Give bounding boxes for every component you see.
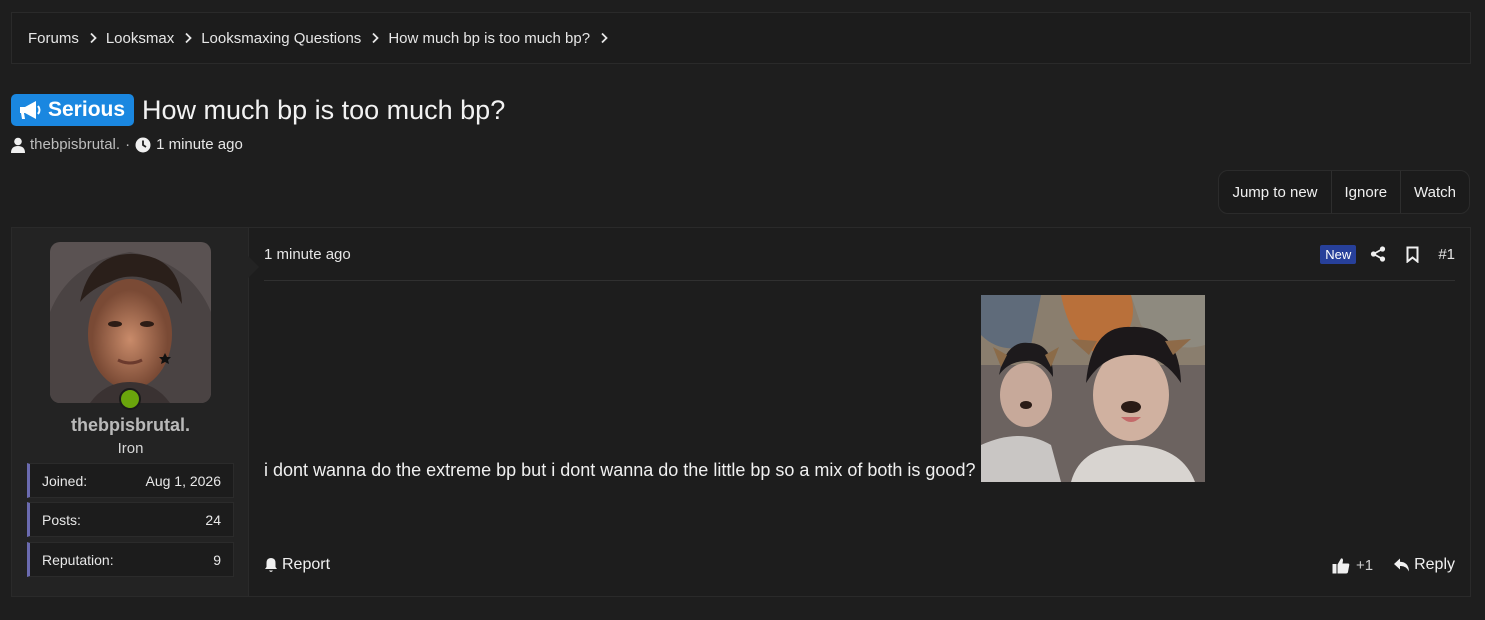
stat-reputation: Reputation: 9 [27, 542, 234, 577]
thread-title-text: How much bp is too much bp? [142, 94, 506, 125]
jump-to-new-button[interactable]: Jump to new [1219, 171, 1330, 213]
breadcrumb-label[interactable]: Looksmaxing Questions [201, 30, 361, 47]
chevron-right-icon [90, 32, 97, 44]
breadcrumb-looksmaxing-questions[interactable]: Looksmaxing Questions [201, 30, 388, 47]
stat-joined: Joined: Aug 1, 2026 [27, 463, 234, 498]
stat-value: 24 [205, 511, 221, 528]
post-footer: Report +1 Reply [264, 556, 1455, 574]
breadcrumb-forums[interactable]: Forums [28, 30, 106, 47]
watch-button[interactable]: Watch [1400, 171, 1469, 213]
react-button[interactable]: +1 [1332, 557, 1373, 574]
user-icon [11, 137, 25, 153]
reply-icon [1394, 558, 1410, 572]
stat-label: Joined: [42, 472, 88, 489]
megaphone-icon [20, 101, 41, 119]
stat-value: Aug 1, 2026 [145, 472, 221, 489]
stat-value: 9 [213, 551, 221, 568]
post-username[interactable]: thebpisbrutal. [12, 415, 249, 436]
clock-icon [135, 137, 151, 152]
post-date[interactable]: 1 minute ago [264, 246, 351, 263]
breadcrumb-label[interactable]: How much bp is too much bp? [388, 30, 590, 47]
chevron-right-icon [601, 32, 608, 44]
stat-posts: Posts: 24 [27, 502, 234, 537]
page-title: Serious How much bp is too much bp? [11, 94, 505, 126]
reaction-count: +1 [1355, 556, 1374, 574]
report-button[interactable]: Report [264, 556, 330, 574]
post-user-cell: thebpisbrutal. Iron Joined: Aug 1, 2026 … [12, 228, 259, 596]
chevron-right-icon [185, 32, 192, 44]
ignore-button[interactable]: Ignore [1330, 171, 1401, 213]
stat-label: Posts: [42, 511, 81, 528]
post-footer-left: Report [264, 556, 330, 574]
post-text: i dont wanna do the extreme bp but i don… [264, 460, 976, 480]
reply-button[interactable]: Reply [1393, 556, 1455, 574]
prefix-badge[interactable]: Serious [11, 94, 135, 126]
breadcrumb-label[interactable]: Looksmax [106, 30, 174, 47]
avatar-image [50, 242, 211, 403]
post: thebpisbrutal. Iron Joined: Aug 1, 2026 … [11, 227, 1471, 597]
thread-time[interactable]: 1 minute ago [156, 136, 243, 153]
user-cell-arrow [248, 256, 259, 278]
post-main: 1 minute ago New #1 i dont wanna do the … [264, 228, 1455, 596]
bookmark-icon[interactable] [1404, 245, 1420, 263]
thread-actions: Jump to new Ignore Watch [1218, 170, 1470, 214]
post-body: i dont wanna do the extreme bp but i don… [264, 295, 1206, 482]
prefix-label: Serious [48, 98, 126, 121]
reply-label: Reply [1414, 556, 1455, 573]
breadcrumb: Forums Looksmax Looksmaxing Questions Ho… [11, 12, 1471, 64]
post-footer-right: +1 Reply [1332, 556, 1455, 574]
post-tools: New #1 [1320, 244, 1455, 264]
thread-author[interactable]: thebpisbrutal. [30, 136, 120, 153]
breadcrumb-looksmax[interactable]: Looksmax [106, 30, 201, 47]
stat-label: Reputation: [42, 551, 114, 568]
meta-separator: · [125, 136, 131, 153]
report-label: Report [282, 556, 331, 573]
post-header: 1 minute ago New #1 [264, 228, 1455, 281]
chevron-right-icon [372, 32, 380, 44]
online-status-indicator [119, 388, 141, 410]
new-badge: New [1320, 244, 1357, 264]
user-rank: Iron [117, 440, 144, 457]
thumbs-up-icon [1332, 557, 1350, 573]
breadcrumb-label[interactable]: Forums [28, 30, 79, 47]
post-number[interactable]: #1 [1438, 246, 1455, 263]
avatar[interactable] [50, 242, 211, 403]
breadcrumb-current-thread[interactable]: How much bp is too much bp? [388, 30, 617, 47]
bell-icon [265, 558, 277, 572]
share-icon[interactable] [1370, 245, 1386, 263]
thread-meta: thebpisbrutal. · 1 minute ago [11, 136, 243, 153]
post-image[interactable] [981, 295, 1206, 482]
